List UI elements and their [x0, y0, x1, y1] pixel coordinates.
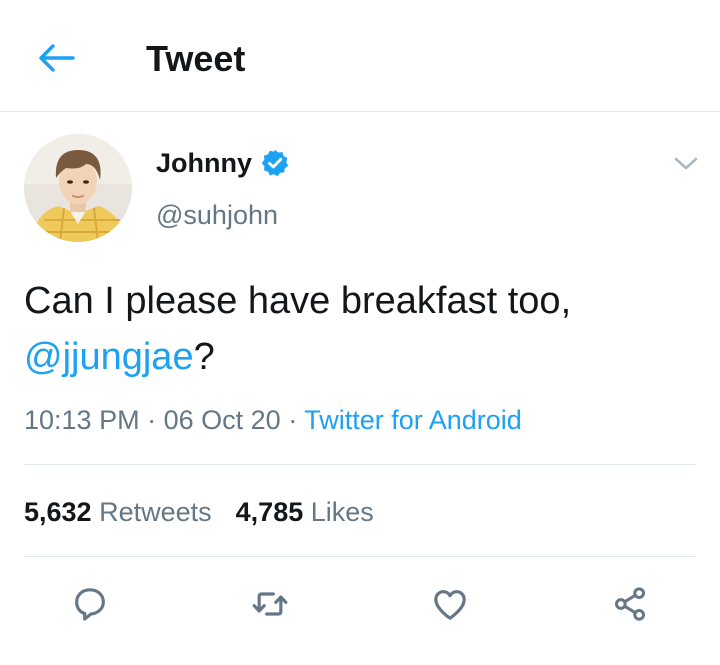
likes-count: 4,785 [235, 497, 304, 527]
like-icon [434, 590, 466, 620]
reply-icon [75, 588, 105, 621]
top-bar: Tweet [0, 0, 720, 112]
retweets-count: 5,632 [24, 497, 92, 527]
like-button[interactable] [424, 578, 476, 630]
retweet-button[interactable] [244, 578, 296, 630]
tweet-text: Can I please have breakfast too, @jjungj… [24, 273, 704, 385]
avatar[interactable] [24, 134, 132, 242]
tweet-time: 10:13 PM [24, 405, 140, 435]
author-name-row[interactable]: Johnny [156, 146, 290, 180]
divider [24, 556, 696, 557]
arrow-left-icon [39, 44, 75, 72]
meta-separator: · [288, 405, 298, 435]
chevron-down-icon [674, 157, 698, 170]
retweet-icon [252, 592, 288, 616]
avatar-image [24, 134, 132, 242]
retweets-label: Retweets [99, 497, 212, 527]
reply-button[interactable] [64, 578, 116, 630]
share-icon [615, 587, 645, 621]
tweet-meta: 10:13 PM · 06 Oct 20 · Twitter for Andro… [24, 402, 522, 438]
author-name: Johnny [156, 148, 253, 178]
meta-separator: · [147, 405, 157, 435]
tweet-date: 06 Oct 20 [163, 405, 281, 435]
likes-label: Likes [310, 497, 374, 527]
page-title: Tweet [146, 38, 246, 79]
tweet-source-link[interactable]: Twitter for Android [304, 405, 522, 435]
action-bar [0, 578, 720, 630]
likes-stat[interactable]: 4,785 Likes [236, 494, 374, 530]
tweet-text-tail: ? [193, 336, 215, 378]
author-handle[interactable]: @suhjohn [156, 198, 278, 232]
tweet-text-body: Can I please have breakfast too, [24, 280, 572, 322]
divider [24, 464, 696, 465]
mention-link[interactable]: @jjungjae [24, 336, 194, 378]
engagement-stats: 5,632 Retweets 4,785 Likes [24, 494, 374, 530]
more-options-button[interactable] [670, 152, 702, 176]
verified-badge-icon [260, 148, 290, 178]
share-button[interactable] [604, 578, 656, 630]
back-button[interactable] [34, 38, 78, 78]
retweets-stat[interactable]: 5,632 Retweets [24, 494, 212, 530]
